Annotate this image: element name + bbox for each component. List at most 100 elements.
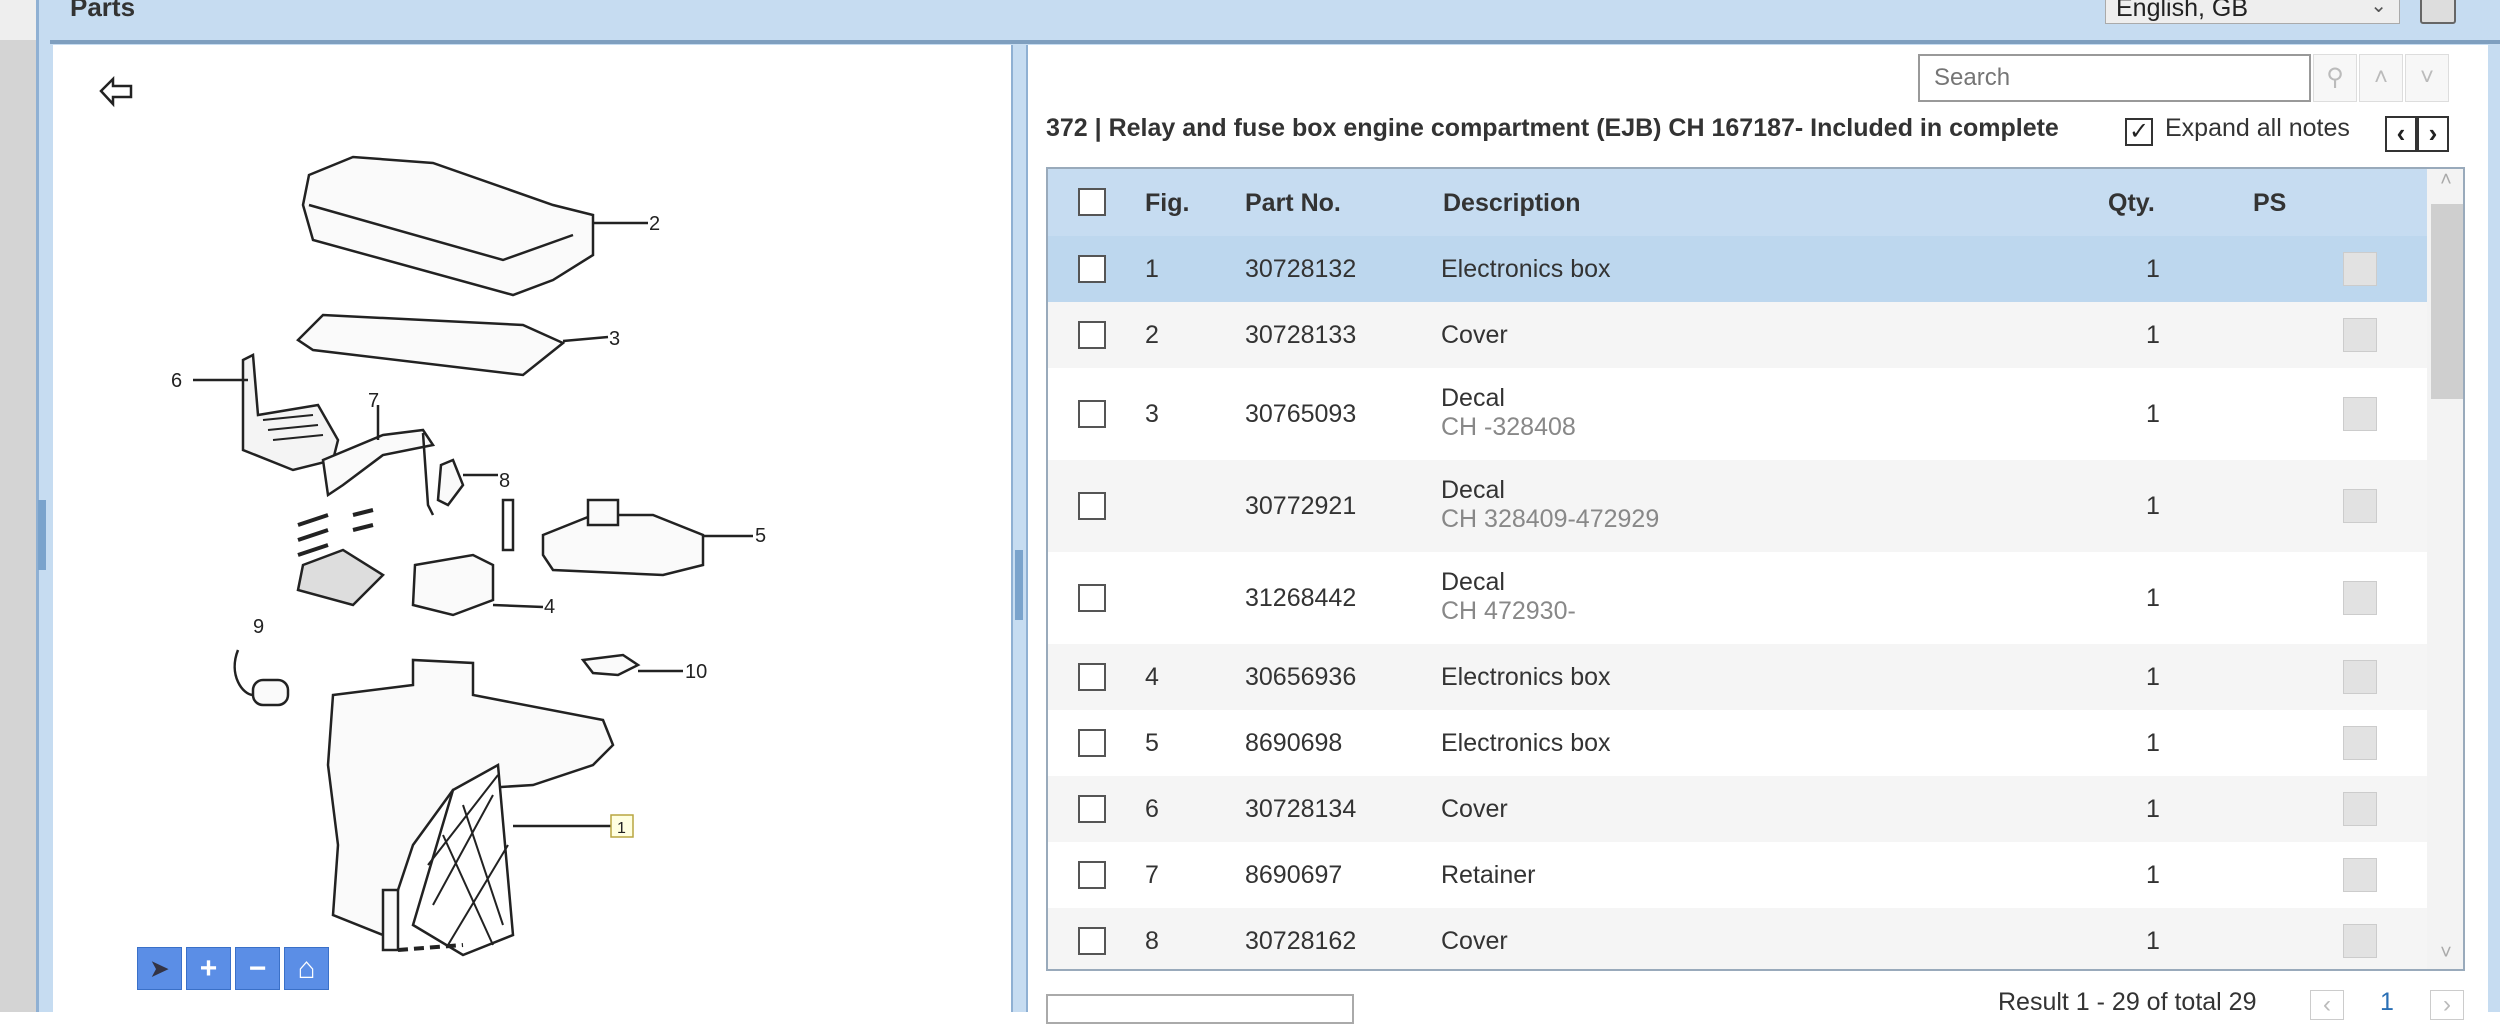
select-all-checkbox[interactable] (1078, 188, 1106, 216)
fig-cell: 5 (1145, 729, 1159, 757)
callout-5[interactable]: 5 (755, 525, 766, 547)
home-button[interactable]: ⌂ (284, 947, 329, 990)
exploded-parts-diagram[interactable]: 2 3 6 7 8 5 4 9 10 1 (53, 45, 1011, 1012)
search-icon[interactable]: ⚲ (2313, 54, 2357, 102)
table-row[interactable]: 8 30728162 Cover 1 (1048, 908, 2427, 969)
row-checkbox[interactable] (1078, 861, 1106, 889)
search-prev-button[interactable]: ˄ (2359, 54, 2403, 102)
part-number-cell[interactable]: 30656936 (1245, 663, 1356, 692)
fig-cell: 7 (1145, 861, 1159, 889)
panel-splitter[interactable] (1011, 45, 1028, 1012)
row-checkbox[interactable] (1078, 795, 1106, 823)
part-number-cell[interactable]: 30765093 (1245, 400, 1356, 429)
table-row[interactable]: 31268442 Decal CH 472930- 1 (1048, 552, 2427, 644)
col-description[interactable]: Description (1443, 189, 1581, 218)
scroll-up-icon[interactable]: ˄ (2427, 169, 2463, 192)
col-ps[interactable]: PS (2253, 189, 2286, 218)
part-number-cell[interactable]: 8690698 (1245, 729, 1342, 758)
current-page[interactable]: 1 (2380, 988, 2394, 1017)
table-row[interactable]: 2 30728133 Cover 1 (1048, 302, 2427, 368)
next-section-button[interactable]: › (2417, 116, 2449, 152)
table-row[interactable]: 5 8690698 Electronics box 1 (1048, 710, 2427, 776)
callout-7[interactable]: 7 (368, 390, 379, 412)
part-number-cell[interactable]: 8690697 (1245, 861, 1342, 890)
col-qty[interactable]: Qty. (2108, 189, 2155, 218)
part-number-cell[interactable]: 30772921 (1245, 492, 1356, 521)
table-row[interactable]: 1 30728132 Electronics box 1 (1048, 236, 2427, 302)
table-row[interactable]: 30772921 Decal CH 328409-472929 1 (1048, 460, 2427, 552)
description-cell: Cover (1441, 321, 1508, 349)
fig-cell: 3 (1145, 400, 1159, 428)
row-checkbox[interactable] (1078, 321, 1106, 349)
note-icon[interactable] (2343, 924, 2377, 958)
panel-title: Parts (70, 0, 136, 22)
row-checkbox[interactable] (1078, 255, 1106, 283)
qty-cell: 1 (2146, 663, 2160, 691)
row-checkbox[interactable] (1078, 492, 1106, 520)
part-number-cell[interactable]: 30728132 (1245, 255, 1356, 284)
table-row[interactable]: 6 30728134 Cover 1 (1048, 776, 2427, 842)
diagram-toolbar: ➤ + − ⌂ (137, 947, 333, 990)
table-scrollbar[interactable]: ˄ ˅ (2427, 169, 2463, 969)
callout-4[interactable]: 4 (544, 596, 555, 618)
note-icon[interactable] (2343, 397, 2377, 431)
note-icon[interactable] (2343, 660, 2377, 694)
row-checkbox[interactable] (1078, 927, 1106, 955)
scrollbar-thumb[interactable] (2431, 204, 2463, 399)
callout-3[interactable]: 3 (609, 328, 620, 350)
zoom-in-button[interactable]: + (186, 947, 231, 990)
print-icon[interactable] (2420, 0, 2456, 24)
note-icon[interactable] (2343, 792, 2377, 826)
part-number-cell[interactable]: 30728134 (1245, 795, 1356, 824)
expand-all-notes-label[interactable]: Expand all notes (2165, 114, 2350, 143)
callout-9[interactable]: 9 (253, 616, 264, 638)
col-fig[interactable]: Fig. (1145, 189, 1189, 218)
table-row[interactable]: 3 30765093 Decal CH -328408 1 (1048, 368, 2427, 460)
left-collapse-handle[interactable] (38, 500, 46, 570)
qty-cell: 1 (2146, 400, 2160, 428)
qty-cell: 1 (2146, 321, 2160, 349)
fig-cell: 2 (1145, 321, 1159, 349)
back-arrow-icon[interactable] (99, 75, 133, 108)
part-number-cell[interactable]: 30728133 (1245, 321, 1356, 350)
select-pointer-button[interactable]: ➤ (137, 947, 182, 990)
search-next-button[interactable]: ˅ (2405, 54, 2449, 102)
callout-10[interactable]: 10 (685, 661, 707, 683)
table-row[interactable]: 7 8690697 Retainer 1 (1048, 842, 2427, 908)
note-icon[interactable] (2343, 581, 2377, 615)
language-select[interactable]: English, GB ⌄ (2105, 0, 2400, 24)
row-checkbox[interactable] (1078, 400, 1106, 428)
part-number-cell[interactable]: 31268442 (1245, 584, 1356, 613)
search-input[interactable] (1918, 54, 2311, 102)
chevron-down-icon: ⌄ (2370, 0, 2387, 17)
callout-8[interactable]: 8 (499, 470, 510, 492)
qty-cell: 1 (2146, 729, 2160, 757)
callout-6[interactable]: 6 (171, 370, 182, 392)
footer-action-box[interactable] (1046, 994, 1354, 1024)
prev-section-button[interactable]: ‹ (2385, 116, 2417, 152)
row-checkbox[interactable] (1078, 584, 1106, 612)
language-value: English, GB (2116, 0, 2249, 22)
note-icon[interactable] (2343, 252, 2377, 286)
col-part-no[interactable]: Part No. (1245, 189, 1341, 218)
description-cell: Decal (1441, 384, 1505, 412)
part-number-cell[interactable]: 30728162 (1245, 927, 1356, 956)
zoom-out-button[interactable]: − (235, 947, 280, 990)
callout-1[interactable]: 1 (617, 820, 626, 837)
description-cell: Electronics box (1441, 255, 1611, 283)
header-divider (50, 40, 2500, 44)
note-icon[interactable] (2343, 726, 2377, 760)
scroll-down-icon[interactable]: ˅ (2427, 942, 2463, 965)
note-icon[interactable] (2343, 489, 2377, 523)
row-checkbox[interactable] (1078, 663, 1106, 691)
page-prev-button[interactable]: ‹ (2310, 990, 2344, 1020)
table-row[interactable]: 4 30656936 Electronics box 1 (1048, 644, 2427, 710)
page-next-button[interactable]: › (2430, 990, 2464, 1020)
note-icon[interactable] (2343, 318, 2377, 352)
note-icon[interactable] (2343, 858, 2377, 892)
expand-all-notes-checkbox[interactable]: ✓ (2125, 118, 2153, 146)
row-checkbox[interactable] (1078, 729, 1106, 757)
qty-cell: 1 (2146, 795, 2160, 823)
callout-2[interactable]: 2 (649, 213, 660, 235)
description-note: CH 472930- (1441, 597, 1576, 625)
